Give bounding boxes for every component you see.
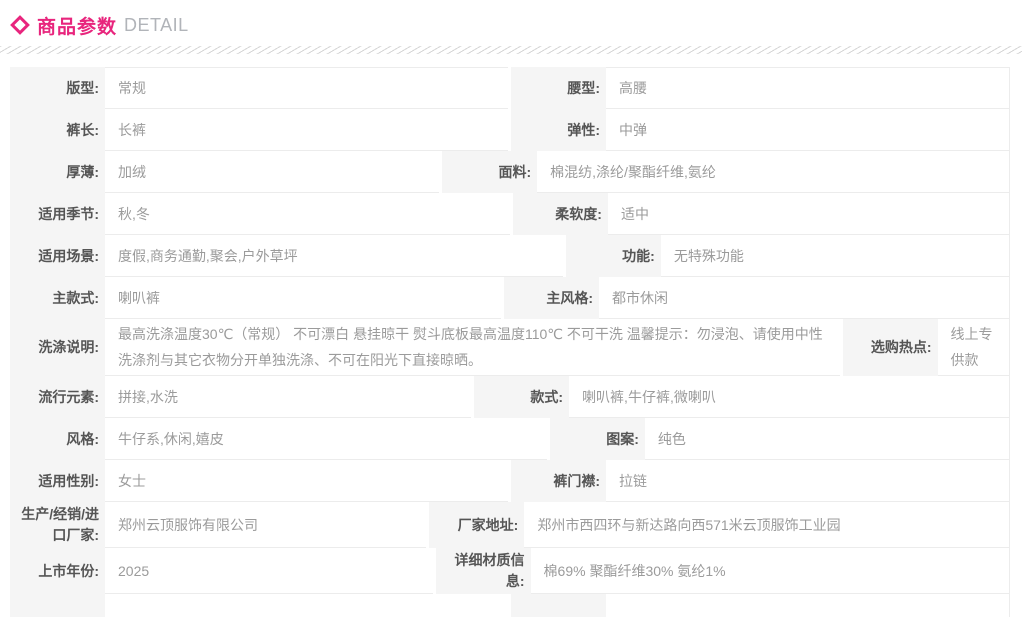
page-title-cn: 商品参数: [37, 12, 117, 39]
param-label-right: 弹性:: [508, 109, 606, 151]
param-label-left: 厚薄:: [10, 151, 105, 193]
product-params-table: 版型: 常规 腰型: 高腰 裤长: 长裤 弹性: 中弹 厚薄: 加绒 面料: 棉…: [10, 67, 1010, 617]
param-row: 洗涤说明: 最高洗涤温度30℃（常规） 不可漂白 悬挂晾干 熨斗底板最高温度11…: [10, 319, 1010, 376]
param-value-left: 2025: [105, 548, 433, 594]
param-value-right: 高腰: [606, 67, 1010, 109]
param-value-left: 常规: [105, 67, 508, 109]
param-row: 适用季节: 秋,冬 柔软度: 适中: [10, 193, 1010, 235]
param-row: [10, 594, 1010, 617]
param-label-left: 生产/经销/进口厂家:: [10, 502, 105, 548]
param-value-left: 郑州云顶服饰有限公司: [105, 502, 426, 548]
param-label-right: 详细材质信息:: [433, 548, 531, 594]
param-row: 风格: 牛仔系,休闲,嬉皮 图案: 纯色: [10, 418, 1010, 460]
param-value-right: 都市休闲: [599, 277, 1010, 319]
param-label-right: 面料:: [439, 151, 537, 193]
param-value-right: 喇叭裤,牛仔裤,微喇叭: [569, 376, 1010, 418]
param-label-left: 版型:: [10, 67, 105, 109]
param-label-left: [10, 594, 105, 617]
param-row: 版型: 常规 腰型: 高腰: [10, 67, 1010, 109]
param-row: 流行元素: 拼接,水洗 款式: 喇叭裤,牛仔裤,微喇叭: [10, 376, 1010, 418]
param-label-right: 选购热点:: [840, 319, 938, 376]
param-value-left: 长裤: [105, 109, 508, 151]
param-value-left: 牛仔系,休闲,嬉皮: [105, 418, 547, 460]
param-value-left: 加绒: [105, 151, 439, 193]
param-label-left: 流行元素:: [10, 376, 105, 418]
param-value-left: 喇叭裤: [105, 277, 501, 319]
param-value-left: 女士: [105, 460, 508, 502]
param-row: 上市年份: 2025 详细材质信息: 棉69% 聚酯纤维30% 氨纶1%: [10, 548, 1010, 594]
param-label-right: [508, 594, 606, 617]
param-row: 主款式: 喇叭裤 主风格: 都市休闲: [10, 277, 1010, 319]
param-label-left: 主款式:: [10, 277, 105, 319]
param-value-left: 秋,冬: [105, 193, 510, 235]
param-value-right: 中弹: [606, 109, 1010, 151]
page-title-en: DETAIL: [124, 15, 189, 36]
param-value-right: 拉链: [606, 460, 1010, 502]
param-value-left: [105, 594, 508, 617]
param-value-right: 线上专供款: [938, 319, 1010, 376]
param-label-right: 柔软度:: [510, 193, 608, 235]
param-label-left: 上市年份:: [10, 548, 105, 594]
param-label-right: 款式:: [471, 376, 569, 418]
param-value-right: 适中: [608, 193, 1010, 235]
param-row: 适用场景: 度假,商务通勤,聚会,户外草坪 功能: 无特殊功能: [10, 235, 1010, 277]
param-label-left: 洗涤说明:: [10, 319, 105, 376]
param-row: 适用性别: 女士 裤门襟: 拉链: [10, 460, 1010, 502]
param-label-right: 主风格:: [501, 277, 599, 319]
param-value-right: 郑州市西四环与新达路向西571米云顶服饰工业园: [524, 502, 1010, 548]
param-value-left: 拼接,水洗: [105, 376, 471, 418]
param-value-right: 棉混纺,涤纶/聚酯纤维,氨纶: [537, 151, 1010, 193]
param-label-right: 功能:: [563, 235, 661, 277]
param-value-right: 纯色: [645, 418, 1010, 460]
param-row: 厚薄: 加绒 面料: 棉混纺,涤纶/聚酯纤维,氨纶: [10, 151, 1010, 193]
param-label-left: 适用季节:: [10, 193, 105, 235]
param-row: 裤长: 长裤 弹性: 中弹: [10, 109, 1010, 151]
hatched-divider: [0, 46, 1022, 54]
param-label-right: 腰型:: [508, 67, 606, 109]
param-label-left: 适用场景:: [10, 235, 105, 277]
param-value-left: 度假,商务通勤,聚会,户外草坪: [105, 235, 563, 277]
param-label-left: 风格:: [10, 418, 105, 460]
param-label-left: 适用性别:: [10, 460, 105, 502]
diamond-icon: [10, 15, 30, 35]
param-value-right: 棉69% 聚酯纤维30% 氨纶1%: [531, 548, 1010, 594]
param-value-right: 无特殊功能: [661, 235, 1010, 277]
param-label-right: 图案:: [547, 418, 645, 460]
section-header: 商品参数 DETAIL: [10, 12, 1022, 38]
param-value-left: 最高洗涤温度30℃（常规） 不可漂白 悬挂晾干 熨斗底板最高温度110℃ 不可干…: [105, 319, 840, 376]
param-label-left: 裤长:: [10, 109, 105, 151]
param-row: 生产/经销/进口厂家: 郑州云顶服饰有限公司 厂家地址: 郑州市西四环与新达路向…: [10, 502, 1010, 548]
param-label-right: 裤门襟:: [508, 460, 606, 502]
param-label-right: 厂家地址:: [426, 502, 524, 548]
param-value-right: [606, 594, 1010, 617]
